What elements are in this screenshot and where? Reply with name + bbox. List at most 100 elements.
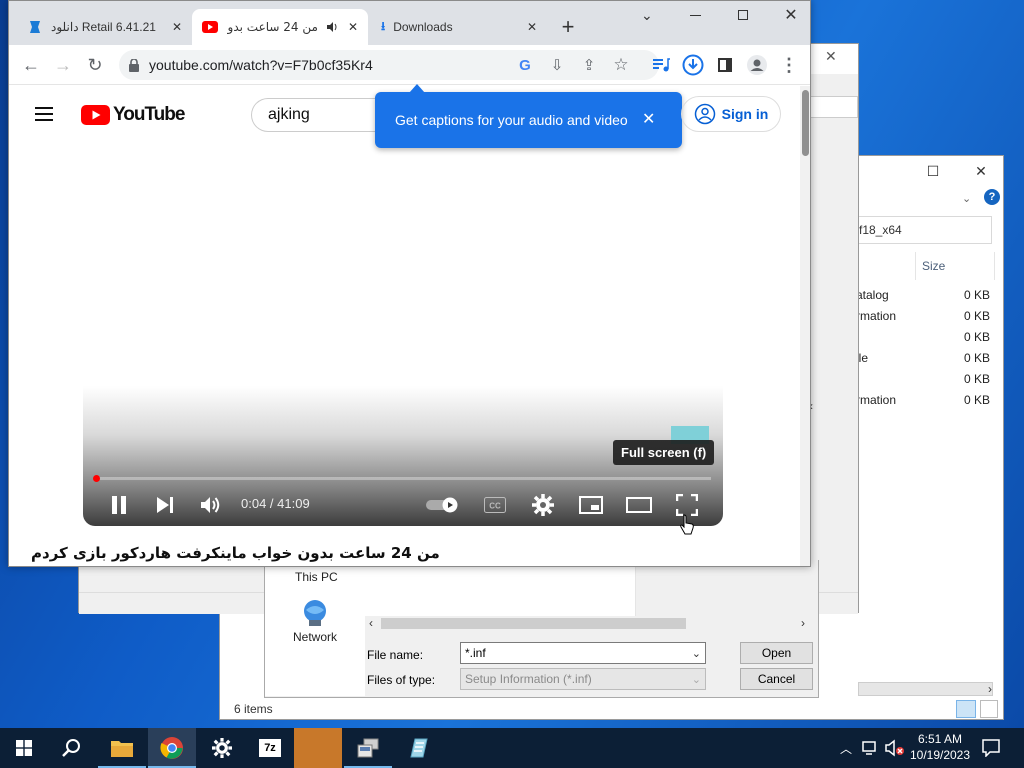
youtube-logo[interactable]: YouTube [81, 104, 185, 126]
close-icon[interactable]: ✕ [958, 156, 1004, 186]
progress-scrubber[interactable] [93, 475, 100, 482]
minimize-icon[interactable] [685, 5, 705, 25]
media-control-icon[interactable] [647, 51, 675, 79]
explorer-status: 6 items [234, 702, 273, 716]
tab-favicon-icon [27, 19, 43, 35]
file-size-cell: 0 KB [964, 309, 991, 323]
app-taskbar-icon[interactable] [294, 728, 342, 768]
network-icon [300, 598, 330, 628]
tab-downloads[interactable]: ⭳ Downloads ✕ [371, 9, 547, 45]
cancel-button[interactable]: Cancel [740, 668, 813, 690]
details-view-icon[interactable] [956, 700, 976, 718]
file-size-cell: 0 KB [964, 351, 991, 365]
bubble-pointer [409, 84, 425, 93]
dialog-file-pane [365, 560, 635, 618]
captions-promo-bubble: Get captions for your audio and video ✕ [375, 92, 682, 148]
network-status-icon[interactable] [862, 740, 880, 756]
show-hidden-icons[interactable]: ︿ [840, 740, 852, 757]
desktop: ☐ ✕ ⌄ ? f18_x64 Size atalog 0 KB rmation 0 … [0, 0, 1024, 728]
notification-icon[interactable] [982, 739, 1000, 757]
reload-icon[interactable]: ↻ [81, 51, 109, 79]
downloads-icon[interactable] [679, 51, 707, 79]
dialog-close-icon[interactable]: ✕ [825, 48, 837, 65]
open-button[interactable]: Open [740, 642, 813, 664]
hamburger-menu-icon[interactable] [35, 106, 53, 122]
dialog-hscroll[interactable]: ‹ › [365, 616, 818, 631]
share-icon[interactable]: ⇪ [575, 51, 603, 79]
captions-promo-text: Get captions for your audio and video [395, 112, 628, 128]
miniplayer-icon[interactable] [577, 492, 605, 518]
new-tab-button[interactable]: + [554, 13, 582, 41]
chevron-down-icon[interactable]: ⌄ [962, 192, 971, 205]
volume-muted-icon[interactable] [885, 739, 905, 757]
subtitles-cc-icon[interactable]: CC [481, 494, 509, 516]
google-lens-icon[interactable]: G [511, 51, 539, 79]
path-fragment: f18_x64 [859, 223, 902, 237]
clock-time[interactable]: 6:51 AM [910, 732, 970, 746]
file-size-cell: 0 KB [964, 393, 991, 407]
maximize-icon[interactable] [733, 5, 753, 25]
video-title: من 24 ساعت بدون خواب ماینکرفت هاردکور با… [31, 544, 440, 562]
pause-icon[interactable] [105, 491, 133, 519]
bookmark-star-icon[interactable]: ☆ [607, 51, 635, 79]
tab-close-icon[interactable]: ✕ [348, 20, 358, 34]
file-explorer-icon[interactable] [98, 728, 146, 768]
menu-dots-icon[interactable]: ⋮ [775, 51, 803, 79]
close-icon[interactable]: ✕ [642, 109, 655, 129]
tab-close-icon[interactable]: ✕ [172, 20, 182, 34]
nav-item-network[interactable]: Network [293, 630, 337, 644]
7zip-icon[interactable]: 7z [246, 728, 294, 768]
back-icon[interactable]: ← [17, 51, 45, 79]
profile-avatar-icon[interactable] [743, 51, 771, 79]
scroll-right-icon[interactable]: › [801, 616, 805, 631]
audio-playing-icon[interactable] [326, 21, 338, 33]
dialog-nav-pane: This PC Network [265, 560, 365, 696]
scroll-right-icon[interactable]: › [988, 682, 992, 696]
install-app-icon[interactable]: ⇩ [543, 51, 571, 79]
tab-retail[interactable]: دانلود Retail 6.41.21 ✕ [17, 9, 192, 45]
chrome-window: دانلود Retail 6.41.21 ✕ من 24 ساعت بدو ✕… [8, 0, 811, 567]
search-icon[interactable] [48, 728, 96, 768]
tab-close-icon[interactable]: ✕ [527, 20, 537, 34]
chrome-taskbar-icon[interactable] [148, 728, 196, 768]
files-of-type-select[interactable]: Setup Information (*.inf) ⌄ [460, 668, 706, 690]
scroll-thumb[interactable] [381, 618, 686, 629]
tab-title: Downloads [393, 20, 453, 34]
settings-gear-icon[interactable] [529, 492, 557, 518]
page-scrollbar[interactable] [800, 86, 810, 566]
scroll-left-icon[interactable]: ‹ [369, 616, 373, 631]
tab-title: دانلود Retail 6.41.21 [51, 20, 156, 34]
time-display: 0:04 / 41:09 [241, 496, 310, 511]
autoplay-toggle[interactable] [425, 494, 461, 516]
explorer-search-box[interactable]: f18_x64 [850, 216, 992, 244]
start-button[interactable] [0, 728, 48, 768]
fullscreen-tooltip: Full screen (f) [613, 440, 715, 465]
size-column-header[interactable]: Size [915, 252, 995, 280]
close-icon[interactable]: ✕ [781, 5, 801, 25]
tiles-view-icon[interactable] [980, 700, 998, 718]
volume-icon[interactable] [197, 491, 225, 519]
next-video-icon[interactable] [151, 491, 179, 519]
explorer-hscroll[interactable] [858, 682, 993, 696]
forward-icon[interactable]: → [49, 51, 77, 79]
lock-icon [129, 58, 139, 72]
side-panel-icon[interactable] [711, 51, 739, 79]
notepad-app-icon[interactable] [394, 728, 442, 768]
scrollbar-thumb[interactable] [802, 90, 809, 156]
file-name-field[interactable]: *.inf ⌄ [460, 642, 706, 664]
chevron-down-icon[interactable]: ⌄ [692, 647, 701, 660]
file-name-label: File name: [367, 648, 424, 662]
help-icon[interactable]: ? [984, 189, 1000, 205]
maximize-icon[interactable]: ☐ [910, 156, 956, 186]
clock-date[interactable]: 10/19/2023 [905, 748, 975, 762]
progress-bar[interactable] [93, 475, 711, 482]
settings-gear-icon[interactable] [198, 728, 246, 768]
sign-in-button[interactable]: Sign in [681, 96, 781, 132]
nav-item-this-pc[interactable]: This PC [295, 570, 338, 584]
tab-youtube[interactable]: من 24 ساعت بدو ✕ [192, 9, 368, 45]
file-name-cell: rmation [856, 393, 897, 407]
file-size-cell: 0 KB [964, 330, 991, 344]
theater-mode-icon[interactable] [625, 492, 653, 518]
device-installer-icon[interactable] [344, 728, 392, 768]
tab-search-icon[interactable]: ⌄ [641, 7, 653, 24]
